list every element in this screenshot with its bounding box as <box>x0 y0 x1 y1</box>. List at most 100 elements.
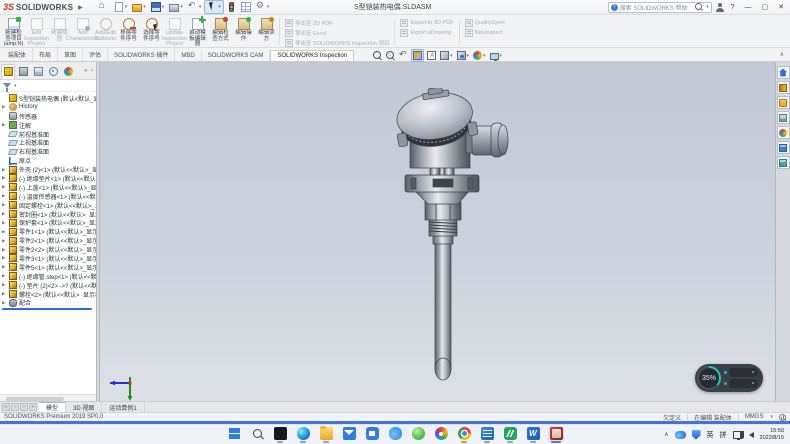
quick-access-button[interactable]: ▾ <box>254 1 272 13</box>
view-tool-button[interactable]: ▾ <box>398 50 409 61</box>
command-tab[interactable]: 评估 <box>83 48 108 61</box>
tree-item[interactable]: 螺栓<2> (默认<<默认>_显示状态 <box>0 290 96 299</box>
tree-item[interactable]: 前视基准面 <box>0 130 96 139</box>
export-button[interactable]: 导出至 2D PDF <box>285 18 389 27</box>
quick-access-button[interactable]: ▾ <box>97 1 111 13</box>
export-button[interactable]: 导出至 SOLIDWORKS Inspection 项目 <box>285 38 389 47</box>
export-button[interactable]: 导出至 Excel <box>285 28 389 37</box>
next-tab-icon[interactable]: › <box>20 403 28 411</box>
filter-funnel-icon[interactable] <box>3 83 11 88</box>
security-shield-icon[interactable] <box>692 430 701 440</box>
zoom-overlay-widget[interactable]: 35% <box>695 364 763 392</box>
search-icon[interactable] <box>695 3 703 11</box>
expand-arrow-icon[interactable] <box>2 202 9 208</box>
tree-item[interactable]: (-) 垫片 (2)<2> ->? (默认<<默认> <box>0 281 96 290</box>
tree-item[interactable]: 保护套<1> (默认<<默认>_显示状 <box>0 218 96 227</box>
widget-button[interactable] <box>729 379 758 388</box>
graphics-viewport[interactable]: 35% <box>100 62 775 401</box>
command-tab[interactable]: 草图 <box>58 48 83 61</box>
tree-item[interactable]: 上视基准面 <box>0 138 96 147</box>
tree-item[interactable]: 固定螺栓<1> (默认<<默认>_显示状 <box>0 201 96 210</box>
zoom-dial[interactable]: 35% <box>697 366 721 390</box>
quick-access-button[interactable]: ▾ <box>149 1 167 13</box>
thermocouple-3d-model[interactable] <box>383 88 518 388</box>
task-pane-tab[interactable] <box>777 141 790 154</box>
dropdown-caret-icon[interactable]: ▾ <box>180 4 183 10</box>
task-pane-tab[interactable] <box>777 66 790 79</box>
menu-flyout-icon[interactable]: ▶ <box>78 4 83 11</box>
tree-item[interactable]: 原点 <box>0 156 96 165</box>
document-tab[interactable]: 3D 视图 <box>66 402 102 412</box>
widget-button[interactable] <box>729 368 758 377</box>
tree-item[interactable]: 右视基准面 <box>0 147 96 156</box>
volume-icon[interactable] <box>749 432 754 438</box>
tree-item[interactable]: S型铠装热电偶 (默认<默认_显示状态-1 <box>0 94 96 103</box>
onedrive-icon[interactable] <box>675 431 686 439</box>
expand-arrow-icon[interactable] <box>2 247 9 253</box>
expand-arrow-icon[interactable] <box>2 291 9 297</box>
tree-item[interactable]: 零件1<1> (默认<<默认>_显示状态 <box>0 227 96 236</box>
taskbar-app-button[interactable] <box>364 426 380 443</box>
task-pane-tab[interactable] <box>777 96 790 109</box>
ribbon-button[interactable]: 启动模 板编辑 器 <box>186 16 209 47</box>
dropdown-caret-icon[interactable]: ▾ <box>125 4 128 10</box>
quick-access-button[interactable]: ▾ <box>204 0 224 14</box>
tree-item[interactable]: 外壳 (2)<1> (默认<<默认>_显示状 <box>0 165 96 174</box>
quick-access-button[interactable]: ▾ <box>225 1 238 13</box>
ribbon-button[interactable]: 编辑检 查方式 <box>209 16 232 47</box>
tree-item[interactable]: 零件5<1> (默认<<默认>_显示状态 <box>0 263 96 272</box>
view-tool-button[interactable]: ▾ <box>411 49 424 62</box>
dropdown-caret-icon[interactable]: ▾ <box>500 53 503 59</box>
tree-item[interactable]: 零件2<2> (默认<<默认>_显示状 <box>0 245 96 254</box>
minimize-button[interactable]: — <box>742 4 755 11</box>
ribbon-button[interactable]: 移除零 件序号 <box>117 16 140 47</box>
taskbar-app-button[interactable] <box>341 426 357 443</box>
language-indicator[interactable]: 英 <box>707 430 714 440</box>
export-button[interactable]: Export to 3D PDF <box>400 18 453 27</box>
scrollbar-thumb[interactable] <box>6 397 64 401</box>
taskbar-app-button[interactable] <box>456 426 472 443</box>
quick-access-button[interactable]: ▾ <box>186 1 204 13</box>
tree-horizontal-scrollbar[interactable] <box>0 394 96 401</box>
tree-item[interactable]: 配合 <box>0 298 96 307</box>
expand-arrow-icon[interactable] <box>2 167 9 173</box>
tree-item[interactable]: (-) 上盖<1> (默认<<默认>_显示状 <box>0 183 96 192</box>
collapse-ribbon-icon[interactable]: ∧ <box>780 51 784 58</box>
taskbar-app-button[interactable] <box>295 426 311 443</box>
last-tab-icon[interactable]: ›› <box>29 403 37 411</box>
tree-item[interactable]: 传感器 <box>0 112 96 121</box>
tree-item[interactable]: History <box>0 103 96 112</box>
taskbar-app-button[interactable] <box>548 426 564 443</box>
panel-tab[interactable] <box>1 64 15 79</box>
search-caret-icon[interactable]: ▾ <box>706 4 709 10</box>
taskbar-app-button[interactable] <box>226 426 242 443</box>
command-tab[interactable]: 布局 <box>33 48 58 61</box>
task-pane-tab[interactable] <box>777 156 790 169</box>
expand-arrow-icon[interactable] <box>2 300 9 306</box>
panel-tab[interactable] <box>31 64 45 79</box>
quick-access-button[interactable]: ▾ <box>167 1 185 13</box>
view-tool-button[interactable]: ▾ <box>439 50 454 61</box>
rollback-bar[interactable] <box>2 308 92 310</box>
expand-arrow-icon[interactable] <box>2 238 9 244</box>
taskbar-app-button[interactable] <box>525 426 541 443</box>
expand-arrow-icon[interactable] <box>2 282 9 288</box>
panel-tab-arrows[interactable]: « › <box>84 68 95 74</box>
ime-indicator[interactable]: 拼 <box>720 430 727 440</box>
units-caret-icon[interactable]: ▾ <box>770 414 773 420</box>
export-button[interactable]: QualityXpert <box>465 18 505 27</box>
view-tool-button[interactable]: ▾ <box>472 50 487 61</box>
ribbon-button[interactable]: Update Inspection Project <box>163 16 186 47</box>
ribbon-button[interactable]: Edit Inspection Project <box>25 16 48 47</box>
user-account-icon[interactable] <box>716 3 724 11</box>
document-tab[interactable]: 模型 <box>39 402 66 412</box>
dropdown-caret-icon[interactable]: ▾ <box>483 53 486 59</box>
taskbar-app-button[interactable] <box>272 426 288 443</box>
tree-item[interactable]: 零件2<1> (默认<<默认>_显示状 <box>0 236 96 245</box>
quick-access-button[interactable]: ▾ <box>239 1 253 13</box>
tree-item[interactable]: (-) 温度传感器<1> (默认<<默认>_ <box>0 192 96 201</box>
taskbar-app-button[interactable] <box>502 426 518 443</box>
maximize-button[interactable]: ▢ <box>759 3 772 11</box>
expand-arrow-icon[interactable] <box>2 220 9 226</box>
ribbon-button[interactable]: Add/Edit Balloons <box>94 16 117 47</box>
